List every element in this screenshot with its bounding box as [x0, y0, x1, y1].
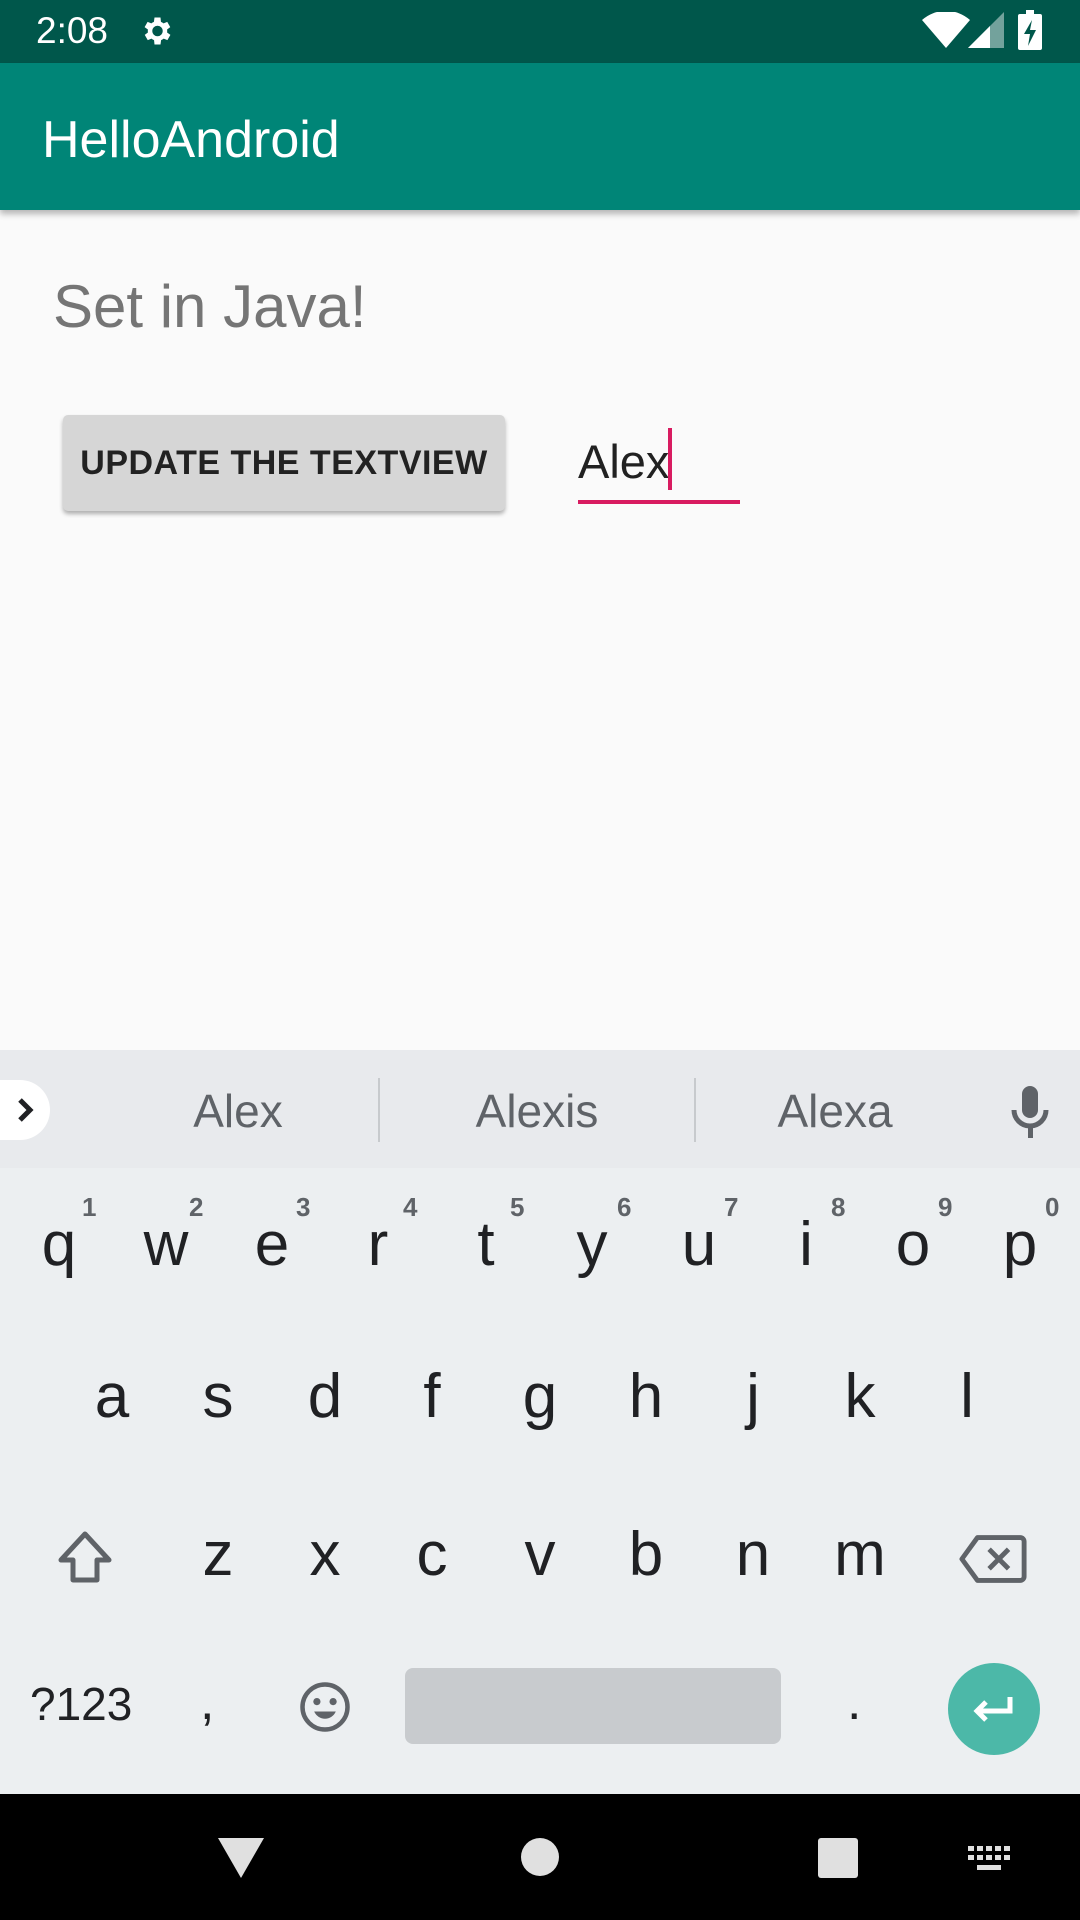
name-input-value: Alex — [578, 435, 670, 488]
status-time: 2:08 — [36, 10, 109, 51]
suggestion-2[interactable]: Alexis — [428, 1083, 646, 1139]
comma-key[interactable]: , — [200, 1672, 214, 1732]
back-icon[interactable] — [216, 1836, 266, 1880]
key-g[interactable]: g — [500, 1362, 580, 1432]
key-hint: 0 — [1045, 1192, 1060, 1222]
text-cursor — [668, 428, 672, 490]
display-textview: Set in Java! — [53, 273, 367, 340]
shift-icon[interactable] — [55, 1528, 115, 1588]
key-f[interactable]: f — [392, 1362, 472, 1432]
key-s[interactable]: s — [178, 1362, 258, 1432]
key-d[interactable]: d — [285, 1362, 365, 1432]
key-a[interactable]: a — [72, 1362, 152, 1432]
key-hint: 4 — [403, 1192, 418, 1222]
enter-arrow-icon — [973, 1697, 1013, 1722]
expand-toolbar-button[interactable] — [0, 1080, 50, 1140]
key-c[interactable]: c — [392, 1520, 472, 1590]
key-x[interactable]: x — [285, 1520, 365, 1590]
emoji-icon[interactable] — [298, 1680, 352, 1734]
key-hint: 6 — [617, 1192, 632, 1222]
suggestion-3[interactable]: Alexa — [735, 1083, 935, 1139]
suggestion-1[interactable]: Alex — [138, 1083, 338, 1139]
key-n[interactable]: n — [713, 1520, 793, 1590]
period-key[interactable]: . — [847, 1672, 861, 1732]
key-hint: 7 — [724, 1192, 739, 1222]
key-b[interactable]: b — [606, 1520, 686, 1590]
key-hint: 1 — [82, 1192, 97, 1222]
recents-button[interactable] — [818, 1838, 858, 1878]
signal-icon — [968, 12, 1004, 48]
chevron-right-icon — [18, 1098, 34, 1122]
key-l[interactable]: l — [927, 1362, 1007, 1432]
suggestion-divider — [378, 1078, 380, 1142]
gear-icon — [144, 17, 171, 45]
update-textview-button[interactable]: UPDATE THE TEXTVIEW — [63, 415, 505, 511]
key-hint: 5 — [510, 1192, 525, 1222]
microphone-icon[interactable] — [1010, 1086, 1050, 1138]
keyboard-switch-icon[interactable] — [968, 1846, 1012, 1872]
enter-button[interactable] — [948, 1663, 1040, 1755]
key-hint: 9 — [938, 1192, 953, 1222]
battery-charging-icon — [1018, 10, 1042, 50]
wifi-icon — [922, 12, 970, 48]
key-k[interactable]: k — [820, 1362, 900, 1432]
key-h[interactable]: h — [606, 1362, 686, 1432]
key-m[interactable]: m — [820, 1520, 900, 1590]
key-hint: 3 — [296, 1192, 311, 1222]
backspace-icon[interactable] — [958, 1533, 1028, 1585]
suggestion-divider — [694, 1078, 696, 1142]
key-j[interactable]: j — [713, 1362, 793, 1432]
key-hint: 2 — [189, 1192, 204, 1222]
key-z[interactable]: z — [178, 1520, 258, 1590]
key-v[interactable]: v — [500, 1520, 580, 1590]
app-title: HelloAndroid — [42, 111, 340, 169]
symbols-key[interactable]: ?123 — [30, 1676, 132, 1732]
home-button[interactable] — [521, 1838, 559, 1876]
space-key[interactable] — [405, 1668, 781, 1744]
key-hint: 8 — [831, 1192, 846, 1222]
